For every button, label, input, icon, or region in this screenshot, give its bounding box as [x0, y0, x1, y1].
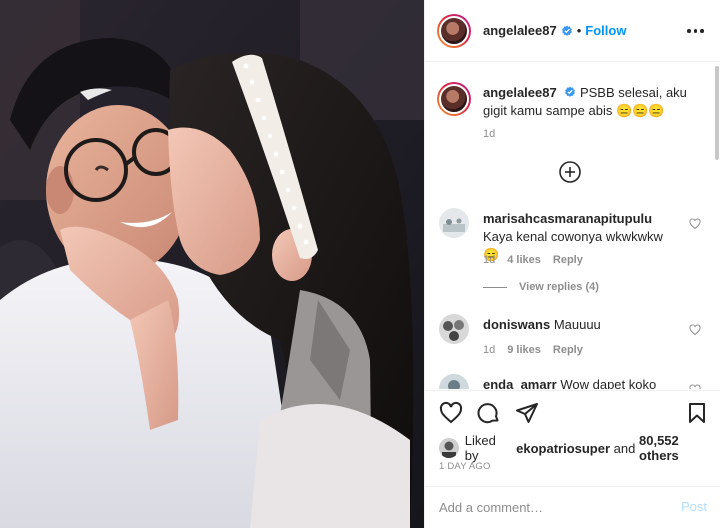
add-comment-bar: Post: [425, 486, 720, 528]
comment-username[interactable]: marisahcasmaranapitupulu: [483, 211, 652, 226]
likes-user[interactable]: ekopatriosuper: [516, 441, 610, 456]
verified-badge-icon: [565, 86, 576, 97]
comment-username[interactable]: enda_amarr: [483, 377, 557, 389]
comment-text: Mauuuu: [553, 317, 601, 332]
liker-avatar[interactable]: [439, 438, 459, 458]
comments-list[interactable]: angelalee87 PSBB selesai, aku gigit kamu…: [425, 62, 720, 389]
photo-illustration: [0, 0, 424, 528]
comment-text: Wow dapet koko: [560, 377, 657, 389]
heart-icon[interactable]: [689, 324, 701, 336]
caption-username[interactable]: angelalee87: [483, 85, 557, 100]
commenter-avatar[interactable]: [439, 314, 469, 344]
heart-icon[interactable]: [439, 401, 463, 425]
comment-icon[interactable]: [477, 401, 501, 425]
comment-likes[interactable]: 4 likes: [507, 254, 541, 266]
bookmark-icon[interactable]: [685, 401, 709, 425]
caption-text-block: angelalee87 PSBB selesai, aku gigit kamu…: [483, 84, 703, 120]
verified-badge-icon: [561, 25, 572, 36]
comment-meta: 1d 4 likes Reply: [483, 254, 583, 266]
plus-circle-icon[interactable]: [558, 160, 582, 184]
comment-likes[interactable]: 9 likes: [507, 344, 541, 356]
comment-reply-button[interactable]: Reply: [553, 254, 583, 266]
post-header: angelalee87 • Follow: [425, 0, 720, 62]
author-username[interactable]: angelalee87: [483, 23, 557, 38]
commenter-avatar[interactable]: [439, 208, 469, 238]
author-avatar[interactable]: [437, 13, 471, 48]
comment-time[interactable]: 1d: [483, 254, 495, 266]
follow-button[interactable]: Follow: [585, 23, 626, 38]
view-replies-button[interactable]: View replies (4): [483, 281, 599, 293]
comment-text-block: enda_amarr Wow dapet koko: [483, 376, 677, 389]
comment-username[interactable]: doniswans: [483, 317, 550, 332]
instagram-post: angelalee87 • Follow angelalee87 PSBB se…: [0, 0, 720, 528]
comment-input[interactable]: [439, 497, 659, 517]
comment-meta: 1d 9 likes Reply: [483, 344, 583, 356]
comments-scrollbar[interactable]: [715, 66, 719, 160]
heart-icon[interactable]: [689, 384, 701, 389]
comment-reply-button[interactable]: Reply: [553, 344, 583, 356]
caption-time[interactable]: 1d: [483, 128, 495, 140]
post-side-panel: angelalee87 • Follow angelalee87 PSBB se…: [424, 0, 720, 528]
heart-icon[interactable]: [689, 218, 701, 230]
action-row: [439, 401, 539, 425]
comment-time[interactable]: 1d: [483, 344, 495, 356]
more-options-icon[interactable]: [687, 22, 707, 40]
likes-summary: Liked by ekopatriosuper and 80,552 other…: [439, 433, 720, 463]
paper-plane-icon[interactable]: [515, 401, 539, 425]
header-separator: •: [576, 23, 582, 38]
post-comment-button[interactable]: Post: [681, 499, 707, 514]
view-replies-line: [483, 286, 507, 288]
view-replies-label: View replies (4): [519, 281, 599, 293]
likes-count[interactable]: 80,552 others: [639, 433, 720, 463]
caption-avatar[interactable]: [437, 82, 471, 116]
commenter-avatar[interactable]: [439, 374, 469, 389]
likes-prefix: Liked by: [464, 433, 496, 463]
likes-middle: and: [613, 440, 636, 456]
comment-text-block: doniswans Mauuuu: [483, 316, 677, 334]
post-photo[interactable]: [0, 0, 424, 528]
post-date[interactable]: 1 DAY AGO: [439, 461, 491, 472]
